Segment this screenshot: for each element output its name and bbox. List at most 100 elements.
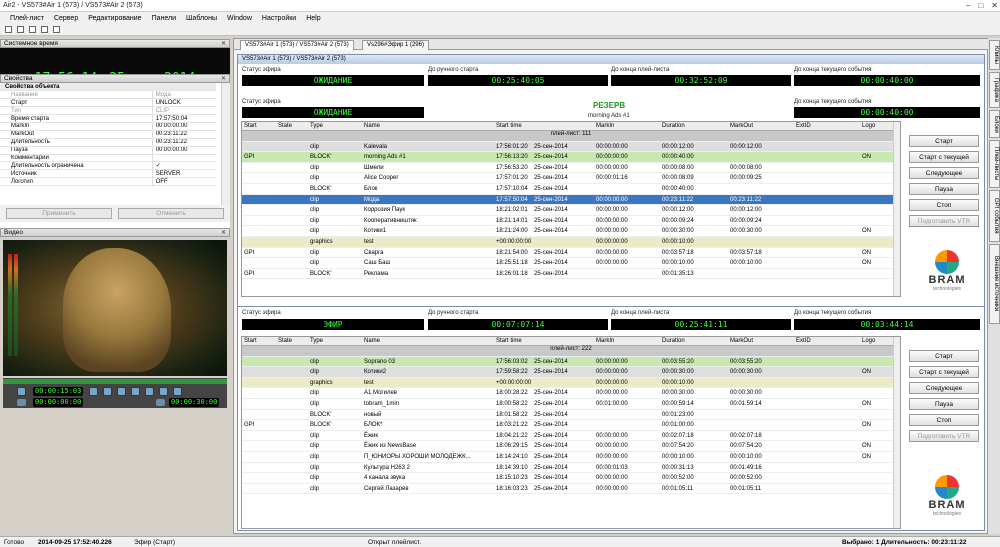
copy-icon[interactable] [29,26,36,33]
panel-close-icon[interactable]: ✕ [221,40,229,47]
col-duration[interactable]: Duration [662,338,685,344]
table-row[interactable]: clip Сергей Лазарев 18:16:03:23 25-сен-2014… [242,484,900,495]
table-row[interactable]: clip Ёжик 18:04:21:22 25-сен-2014 00:00:00:0… [242,431,900,442]
playlist-header-row[interactable]: плей-лист: 222 [242,346,900,357]
table-row[interactable]: GPI clip Сварга 18:21:54:00 25-сен-2014 00:00… [242,248,900,259]
start-button[interactable]: Старт [909,350,979,362]
table-row[interactable]: clip Кооперативништяк 18:21:14:01 25-сен-20… [242,216,900,227]
prepare-vtr-button[interactable]: Подготовить VTR [909,430,979,442]
paste-icon[interactable] [41,26,48,33]
col-extid[interactable]: ExtID [796,123,811,129]
side-tab-external[interactable]: Внешние источники [989,244,1000,324]
pause-button[interactable]: Пауза [909,183,979,195]
col-name[interactable]: Name [364,123,380,129]
side-tab-blocks[interactable]: Блоки [989,110,1000,138]
mark-in-set-icon[interactable] [17,399,26,406]
col-state[interactable]: State [278,123,292,129]
table-row[interactable]: graphics test +00:00:00:00 00:00:00:00 00:00… [242,377,900,389]
mark-out-set-icon[interactable] [156,399,165,406]
col-state[interactable]: State [278,338,292,344]
pause-button[interactable]: Пауза [909,398,979,410]
side-tab-graphics[interactable]: Графика [989,72,1000,108]
cut-icon[interactable] [17,26,24,33]
tool-icon[interactable] [53,26,60,33]
table-row[interactable]: clip Коррозия Паук 18:21:02:01 25-сен-2014 0… [242,205,900,216]
table-row[interactable]: GPI BLOCK' БЛОК* 18:03:21:22 25-сен-2014 00:0… [242,420,900,431]
panel-close-icon[interactable]: ✕ [221,75,229,82]
col-extid[interactable]: ExtID [796,338,811,344]
table-row[interactable]: clip Kalevala 17:56:01:20 25-сен-2014 00:00:… [242,141,900,153]
side-tab-clips[interactable]: Клипы [989,40,1000,70]
table-row[interactable]: clip Alice Cooper 17:57:01:20 25-сен-2014 00… [242,173,900,184]
col-markin[interactable]: MarkIn [596,338,614,344]
playlist-header-row[interactable]: плей-лист: 111 [242,131,900,142]
side-tab-gpi[interactable]: GPI события [989,190,1000,242]
next-button[interactable]: Следующее [909,167,979,179]
step-back-icon[interactable] [131,387,140,396]
next-button[interactable]: Следующее [909,382,979,394]
mark-out-icon[interactable] [103,387,112,396]
fast-forward-icon[interactable] [173,387,182,396]
cancel-button[interactable]: Отменить [118,208,224,219]
col-logo[interactable]: Logo [862,123,875,129]
prop-value[interactable]: 00:23:11:22 [151,138,216,147]
table-row[interactable]: clip А1 Могилев 18:00:28:22 25-сен-2014 00:0… [242,388,900,399]
table-row[interactable]: clip Ёжик из NewsBase 18:06:29:15 25-сен-20… [242,441,900,452]
table-row[interactable]: clip Котики2 17:59:58:22 25-сен-2014 00:00:0… [242,367,900,378]
prop-value[interactable]: 00:00:00:00 [151,122,216,131]
prop-value[interactable]: 17:57:50:04 [151,114,216,123]
col-name[interactable]: Name [364,338,380,344]
start-button[interactable]: Старт [909,135,979,147]
minimize-icon[interactable]: – [966,1,970,10]
new-icon[interactable] [5,26,12,33]
table-row[interactable]: clip 4 канала звука 18:15:10:23 25-сен-2014… [242,473,900,484]
maximize-icon[interactable]: □ [978,1,983,10]
col-markout[interactable]: MarkOut [730,338,753,344]
mark-in-icon[interactable] [89,387,98,396]
col-markin[interactable]: MarkIn [596,123,614,129]
prop-value[interactable]: 00:23:11:22 [151,130,216,139]
apply-button[interactable]: Применить [6,208,112,219]
step-forward-icon[interactable] [159,387,168,396]
table-scrollbar[interactable] [893,337,900,528]
stop-button[interactable]: Стоп [909,199,979,211]
col-markout[interactable]: MarkOut [730,123,753,129]
stop-button[interactable]: Стоп [909,414,979,426]
audio-icon[interactable] [17,387,26,396]
col-duration[interactable]: Duration [662,123,685,129]
col-start[interactable]: Start [244,338,257,344]
table-row[interactable]: BLOCK' Блок 17:57:10:04 25-сен-2014 00:00:40… [242,184,900,195]
menu-playlist[interactable]: Плей-лист [10,15,44,22]
menu-help[interactable]: Help [306,15,320,22]
col-start[interactable]: Start [244,123,257,129]
side-tab-playlists[interactable]: Плей-листы [989,140,1000,188]
prop-value[interactable]: OFF [151,177,216,187]
menu-settings[interactable]: Настройки [262,15,296,22]
col-type[interactable]: Type [310,338,323,344]
property-scrollbar[interactable] [221,83,230,205]
table-row[interactable]: clip Саш Баш 18:25:51:18 25-сен-2014 00:00:0… [242,258,900,269]
col-start-time[interactable]: Start time [496,338,522,344]
start-current-button[interactable]: Старт с текущей [909,366,979,378]
play-icon[interactable] [145,387,154,396]
prop-value[interactable]: UNLOCK [151,98,216,108]
table-row[interactable]: clip Котики1 18:21:24:00 25-сен-2014 00:00:0… [242,226,900,237]
prepare-vtr-button[interactable]: Подготовить VTR [909,215,979,227]
video-timeline[interactable] [3,379,227,384]
table-row[interactable]: graphics test +00:00:00:00 00:00:00:00 00:00… [242,236,900,248]
table-row[interactable]: clip П_ЮНИОРЫ ХОРОШИ МОЛОДЕЖК... 18:14:24:… [242,452,900,463]
table-row[interactable]: clip Мода 17:57:50:04 25-сен-2014 00:00:00:0… [242,194,900,206]
prop-value[interactable]: 00:00:00:00 [151,146,216,155]
col-type[interactable]: Type [310,123,323,129]
menu-edit[interactable]: Редактирование [88,15,141,22]
table-row[interactable]: clip tobram_1min 18:00:58:22 25-сен-2014 00:… [242,399,900,410]
table-scrollbar[interactable] [893,122,900,296]
close-icon[interactable]: ✕ [991,1,998,10]
prop-value[interactable] [151,154,216,163]
prop-value[interactable]: Мода [151,90,216,100]
tab-efir[interactable]: Vs296#Эфир 1 (296) [362,40,429,50]
start-current-button[interactable]: Старт с текущей [909,151,979,163]
table-row[interactable]: clip Культура Н263 2 18:14:39:10 25-сен-201… [242,463,900,474]
col-start-time[interactable]: Start time [496,123,522,129]
table-row[interactable]: GPI BLOCK' Реклама 18:26:01:18 25-сен-2014 00… [242,269,900,280]
